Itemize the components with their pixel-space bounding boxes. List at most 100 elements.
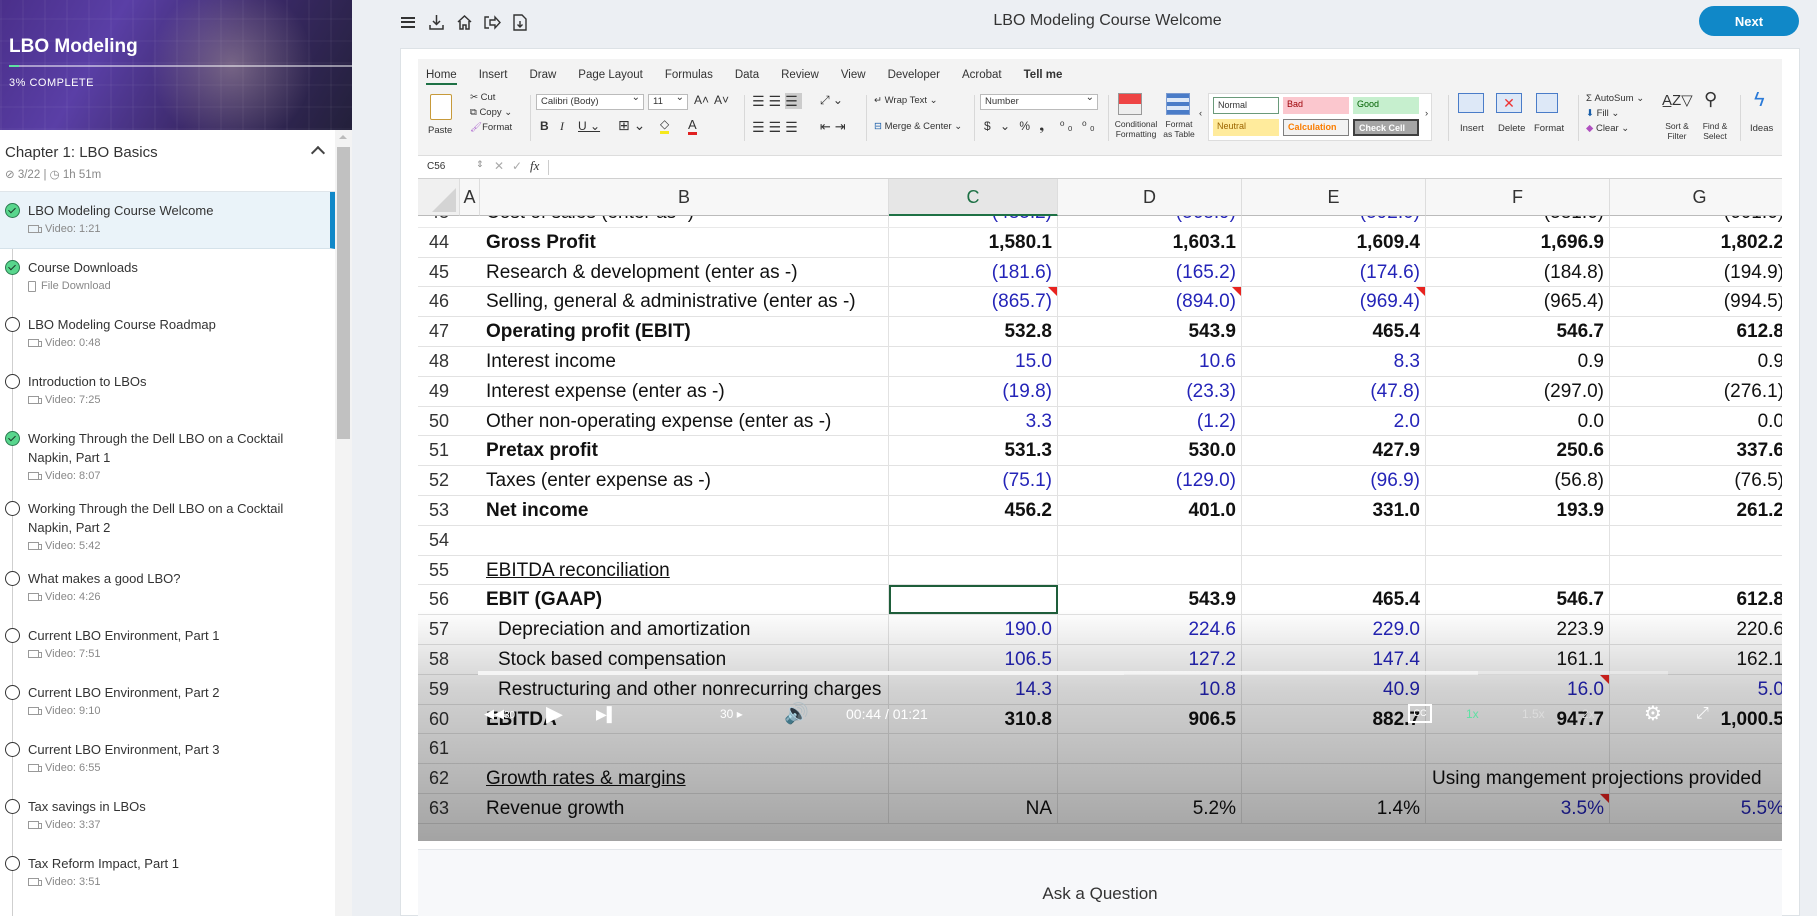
ideas-button[interactable]: Ideas — [1750, 123, 1773, 134]
scrollbar-thumb[interactable] — [337, 147, 350, 439]
value-cell[interactable] — [1242, 764, 1426, 794]
row-label-cell[interactable]: Research & development (enter as -) — [480, 257, 889, 287]
value-cell[interactable]: 456.2 — [889, 496, 1058, 525]
row-label-cell[interactable]: Gross Profit — [480, 227, 889, 257]
row-number[interactable]: 57 — [418, 615, 460, 644]
fullscreen-icon[interactable]: ⤢ — [1696, 699, 1709, 729]
value-cell[interactable] — [1058, 555, 1242, 585]
value-cell[interactable]: (1.2) — [1058, 406, 1242, 436]
row-label-cell[interactable]: Taxes (enter expense as -) — [480, 466, 889, 496]
value-cell[interactable] — [889, 555, 1058, 585]
video-player[interactable]: Home Insert Draw Page Layout Formulas Data Rev… — [418, 59, 1782, 841]
row-label-cell[interactable]: Net income — [480, 496, 889, 525]
rewind-button[interactable]: ◀◀30 — [484, 699, 515, 729]
value-cell[interactable]: (56.8) — [1426, 466, 1610, 496]
autosum-button[interactable]: Σ AutoSum ⌄ — [1586, 93, 1644, 104]
value-cell[interactable]: 427.9 — [1242, 436, 1426, 466]
column-header-e[interactable]: E — [1242, 179, 1426, 216]
value-cell[interactable]: (174.6) — [1242, 257, 1426, 287]
row-label-cell[interactable]: Growth rates & margins — [480, 764, 889, 794]
row-number[interactable]: 55 — [418, 556, 460, 585]
speed-1x-button[interactable]: 1x — [1466, 699, 1479, 729]
value-cell[interactable]: 401.0 — [1058, 496, 1242, 525]
column-header-g[interactable]: G — [1610, 179, 1782, 216]
value-cell[interactable]: 0.0 — [1610, 407, 1782, 436]
value-cell[interactable]: 531.3 — [889, 436, 1058, 466]
row-number[interactable]: 47 — [418, 317, 460, 346]
value-cell[interactable] — [1426, 555, 1610, 585]
value-cell[interactable] — [1242, 734, 1426, 764]
row-label-cell[interactable] — [480, 734, 889, 764]
value-cell[interactable]: 5.5% — [1610, 794, 1782, 823]
value-cell[interactable]: 465.4 — [1242, 585, 1426, 615]
bold-button-icon[interactable]: B — [540, 119, 549, 133]
ribbon-tab-review[interactable]: Review — [781, 69, 819, 85]
value-cell[interactable] — [1242, 525, 1426, 555]
format-cells-icon[interactable] — [1536, 93, 1558, 113]
row-number[interactable]: 44 — [418, 228, 460, 257]
row-label-cell[interactable]: EBIT (GAAP) — [480, 585, 889, 615]
row-label-cell[interactable]: Operating profit (EBIT) — [480, 317, 889, 347]
column-header-f[interactable]: F — [1426, 179, 1610, 216]
value-cell[interactable]: 612.8 — [1610, 585, 1782, 614]
lesson-item[interactable]: Course Downloads File Download — [0, 249, 335, 306]
style-neutral[interactable]: Neutral — [1213, 119, 1279, 136]
value-cell[interactable]: (47.8) — [1242, 376, 1426, 406]
active-cell[interactable] — [889, 585, 1058, 615]
row-number[interactable]: 51 — [418, 436, 460, 465]
value-cell[interactable]: 223.9 — [1426, 615, 1610, 645]
column-header-c[interactable]: C — [889, 179, 1058, 216]
format-painter-button[interactable]: 🖌Format — [470, 122, 512, 133]
value-cell[interactable]: 127.2 — [1058, 645, 1242, 674]
value-cell[interactable]: 1,603.1 — [1058, 227, 1242, 257]
row-number[interactable]: 48 — [418, 347, 460, 376]
value-cell[interactable]: (894.0) — [1058, 287, 1242, 317]
font-size-select[interactable]: 11 — [648, 92, 688, 110]
value-cell[interactable] — [1610, 556, 1782, 585]
value-cell[interactable]: 530.0 — [1058, 436, 1242, 466]
row-label-cell[interactable]: EBITDA reconciliation — [480, 555, 889, 585]
row-label-cell[interactable]: Other non-operating expense (enter as -) — [480, 406, 889, 436]
value-cell[interactable]: 0.0 — [1426, 406, 1610, 436]
column-header-b[interactable]: B — [480, 179, 889, 216]
value-cell[interactable]: 546.7 — [1426, 585, 1610, 615]
paste-button[interactable]: Paste — [428, 125, 452, 136]
row-number[interactable]: 50 — [418, 407, 460, 436]
font-color-icon[interactable]: A — [688, 117, 697, 135]
ribbon-tab-acrobat[interactable]: Acrobat — [962, 69, 1002, 85]
row-label-cell[interactable]: Selling, general & administrative (enter… — [480, 287, 889, 317]
column-header-d[interactable]: D — [1058, 179, 1242, 216]
row-label-cell[interactable]: Interest income — [480, 347, 889, 376]
name-box-stepper-icon[interactable]: ⇕ — [476, 159, 484, 170]
copy-button[interactable]: ⧉ Copy ⌄ — [470, 107, 512, 118]
value-cell[interactable]: 0.9 — [1426, 347, 1610, 376]
lesson-item[interactable]: Current LBO Environment, Part 3 Video: 6:… — [0, 731, 335, 788]
value-cell[interactable]: 3.5% — [1426, 794, 1610, 823]
speed-1-5x-button[interactable]: 1.5x — [1522, 699, 1545, 729]
exit-icon[interactable] — [482, 12, 502, 32]
row-number[interactable]: 52 — [418, 466, 460, 495]
select-all-corner[interactable] — [418, 179, 460, 216]
value-cell[interactable] — [1610, 734, 1782, 763]
ribbon-tab-draw[interactable]: Draw — [529, 69, 556, 85]
vertical-align-icons[interactable]: ☰☰☰ — [752, 93, 802, 110]
ribbon-tab-page-layout[interactable]: Page Layout — [578, 69, 643, 85]
value-cell[interactable]: 10.6 — [1058, 347, 1242, 376]
value-cell[interactable]: 2.0 — [1242, 406, 1426, 436]
format-cells-button[interactable]: Format — [1534, 123, 1564, 134]
value-cell[interactable]: 532.8 — [889, 317, 1058, 347]
lesson-item[interactable]: LBO Modeling Course Roadmap Video: 0:48 — [0, 306, 335, 363]
row-label-cell[interactable]: Revenue growth — [480, 794, 889, 823]
value-cell[interactable]: 190.0 — [889, 615, 1058, 645]
cut-button[interactable]: ✂ Cut — [470, 92, 495, 103]
conditional-formatting-icon[interactable] — [1118, 93, 1142, 115]
value-cell[interactable]: (19.8) — [889, 376, 1058, 406]
note-text-cell[interactable]: Using mangement projections provided — [1426, 764, 1782, 793]
speed-2x-button[interactable]: 2x — [1582, 699, 1595, 729]
value-cell[interactable]: (23.3) — [1058, 376, 1242, 406]
value-cell[interactable]: (129.0) — [1058, 466, 1242, 496]
download-icon[interactable] — [426, 12, 446, 32]
value-cell[interactable]: 465.4 — [1242, 317, 1426, 347]
find-select-button[interactable]: Find & Select — [1700, 121, 1730, 141]
value-cell[interactable]: 106.5 — [889, 645, 1058, 674]
